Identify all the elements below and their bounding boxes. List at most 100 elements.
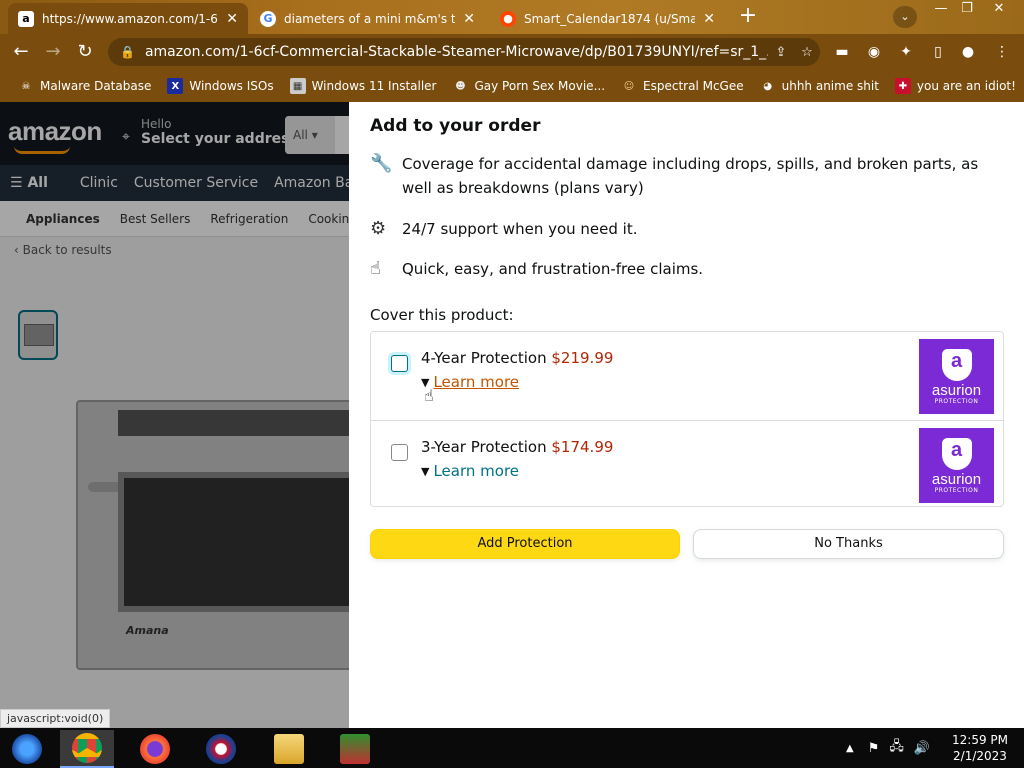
folder-icon xyxy=(274,734,304,764)
asurion-sub: PROTECTION xyxy=(934,486,979,494)
no-thanks-button[interactable]: No Thanks xyxy=(693,529,1004,559)
benefit-item: ⚙ 24/7 support when you need it. xyxy=(370,217,638,241)
sidepanel-icon[interactable]: ▯ xyxy=(928,42,948,62)
add-protection-button[interactable]: Add Protection xyxy=(370,529,680,559)
benefit-item: ☝ Quick, easy, and frustration-free clai… xyxy=(370,257,703,281)
taskbar-app[interactable] xyxy=(328,730,382,768)
close-icon[interactable]: ✕ xyxy=(463,11,475,27)
share-icon[interactable]: ⇪ xyxy=(768,45,794,60)
close-icon[interactable]: ✕ xyxy=(226,11,238,27)
puzzle-icon[interactable]: ✦ xyxy=(896,42,916,62)
bookmark-label: Windows 11 Installer xyxy=(311,79,437,93)
account-icon[interactable]: ● xyxy=(958,42,978,62)
character-icon xyxy=(340,734,370,764)
browser-chrome: a https://www.amazon.com/1-6cf-C ✕ G dia… xyxy=(0,0,1024,102)
support-icon: ⚙ xyxy=(370,218,387,239)
benefit-text: 24/7 support when you need it. xyxy=(402,220,638,238)
bookmark-item[interactable]: ▦ Windows 11 Installer xyxy=(289,78,437,94)
plan-name: 4-Year Protection xyxy=(421,349,547,367)
plan-price: $174.99 xyxy=(551,438,614,456)
lock-icon: 🔒 xyxy=(120,45,135,59)
plan-price: $219.99 xyxy=(551,349,614,367)
close-window-icon[interactable]: ✕ xyxy=(984,0,1014,18)
show-hidden-icon[interactable]: ▲ xyxy=(846,743,854,754)
asurion-sub: PROTECTION xyxy=(934,397,979,405)
modal-backdrop[interactable] xyxy=(0,102,349,728)
network-icon[interactable]: 🖧 xyxy=(889,737,904,759)
bookmark-label: Gay Porn Sex Movie... xyxy=(474,79,606,93)
image-icon: ▦ xyxy=(289,78,306,94)
learn-more-link[interactable]: ▼ Learn more xyxy=(421,373,519,391)
plan-3-year-checkbox[interactable] xyxy=(391,444,408,461)
asurion-name: asurion xyxy=(931,470,982,488)
modal-title: Add to your order xyxy=(370,116,541,136)
close-icon[interactable]: ✕ xyxy=(703,11,715,27)
bookmark-item[interactable]: ☻ Gay Porn Sex Movie... xyxy=(452,78,605,94)
plan-name: 3-Year Protection xyxy=(421,438,547,456)
bookmark-star-icon[interactable]: ☆ xyxy=(794,45,820,60)
clock[interactable]: 12:59 PM 2/1/2023 xyxy=(944,732,1016,764)
tab-title: diameters of a mini m&m's tube - xyxy=(284,11,456,26)
plan-list: 4-Year Protection $219.99 ▼ Learn more a… xyxy=(370,331,1004,507)
address-bar[interactable]: 🔒 amazon.com/1-6cf-Commercial-Stackable-… xyxy=(108,38,820,66)
cover-label: Cover this product: xyxy=(370,306,514,324)
plan-title: 3-Year Protection $174.99 xyxy=(421,438,613,456)
windows-orb-icon xyxy=(12,734,42,764)
avatar-icon: ☺ xyxy=(623,80,635,92)
anime-icon: ◕ xyxy=(763,80,772,92)
bookmark-label: uhhh anime shit xyxy=(781,79,879,93)
protection-modal: Add to your order 🔧 Coverage for acciden… xyxy=(349,102,1024,728)
flag-tray-icon[interactable]: ⚑ xyxy=(868,741,880,756)
flag-icon: ✚ xyxy=(894,78,911,94)
taskbar-firefox[interactable] xyxy=(128,730,182,768)
tab-google[interactable]: G diameters of a mini m&m's tube - ✕ xyxy=(250,3,485,34)
plan-4-year-checkbox[interactable] xyxy=(391,355,408,372)
flag-extension-icon[interactable]: ▬ xyxy=(832,42,852,62)
skull-icon: ☠ xyxy=(21,80,31,92)
touch-icon: ☝ xyxy=(370,258,381,279)
profile-extension-icon[interactable]: ◉ xyxy=(864,42,884,62)
chrome-icon xyxy=(72,733,102,763)
taskbar-chrome[interactable] xyxy=(60,730,114,768)
plan-title: 4-Year Protection $219.99 xyxy=(421,349,613,367)
bookmark-item[interactable]: X Windows ISOs xyxy=(167,78,274,94)
amazon-icon: a xyxy=(18,10,34,27)
learn-more-link[interactable]: ▼ Learn more xyxy=(421,462,519,480)
clock-date: 2/1/2023 xyxy=(953,749,1007,763)
tab-amazon[interactable]: a https://www.amazon.com/1-6cf-C ✕ xyxy=(8,3,248,34)
bookmark-label: Espectral McGee xyxy=(643,79,744,93)
asurion-shield-icon xyxy=(941,437,972,470)
wrench-icon: 🔧 xyxy=(370,153,393,174)
tray-icons: ▲ ⚑ 🖧 🔊 xyxy=(846,728,930,768)
bookmark-item[interactable]: ◕ uhhh anime shit xyxy=(760,78,879,94)
hand-cursor-icon: ☝ xyxy=(424,386,434,405)
tab-strip: a https://www.amazon.com/1-6cf-C ✕ G dia… xyxy=(0,0,1024,34)
back-icon[interactable]: ← xyxy=(10,41,32,63)
clock-time: 12:59 PM xyxy=(952,733,1008,747)
taskbar: ▲ ⚑ 🖧 🔊 12:59 PM 2/1/2023 xyxy=(0,728,1024,768)
amazon-page: amazon ⌖ Hello Select your address All ▾… xyxy=(0,102,349,728)
bookmark-item[interactable]: ☺ Espectral McGee xyxy=(621,78,744,94)
start-button[interactable] xyxy=(0,730,54,768)
bookmark-label: Windows ISOs xyxy=(189,79,274,93)
taskbar-obama[interactable] xyxy=(194,730,248,768)
chevron-down-icon: ▼ xyxy=(421,464,430,478)
taskbar-explorer[interactable] xyxy=(262,730,316,768)
bookmark-label: Malware Database xyxy=(40,79,152,93)
forward-icon[interactable]: → xyxy=(42,41,64,63)
bookmark-item[interactable]: ✚ you are an idiot! xyxy=(894,78,1016,94)
tab-reddit[interactable]: ● Smart_Calendar1874 (u/Smart_C ✕ xyxy=(490,3,725,34)
reload-icon[interactable]: ↻ xyxy=(74,41,96,63)
volume-icon[interactable]: 🔊 xyxy=(914,741,930,756)
restore-icon[interactable]: ❐ xyxy=(952,0,982,18)
reddit-icon: ● xyxy=(500,10,516,27)
plan-3-year: 3-Year Protection $174.99 ▼ Learn more a… xyxy=(371,420,1003,507)
tab-title: https://www.amazon.com/1-6cf-C xyxy=(42,11,218,26)
menu-icon[interactable]: ⋮ xyxy=(992,42,1012,62)
new-tab-button[interactable]: + xyxy=(736,5,760,29)
bookmarks-bar: ☠ Malware Database X Windows ISOs ▦ Wind… xyxy=(0,70,1024,102)
tab-search-icon[interactable]: ⌄ xyxy=(893,6,917,28)
bookmark-item[interactable]: ☠ Malware Database xyxy=(18,78,152,94)
learn-more-text: Learn more xyxy=(433,462,520,480)
asurion-shield-icon xyxy=(941,348,972,381)
